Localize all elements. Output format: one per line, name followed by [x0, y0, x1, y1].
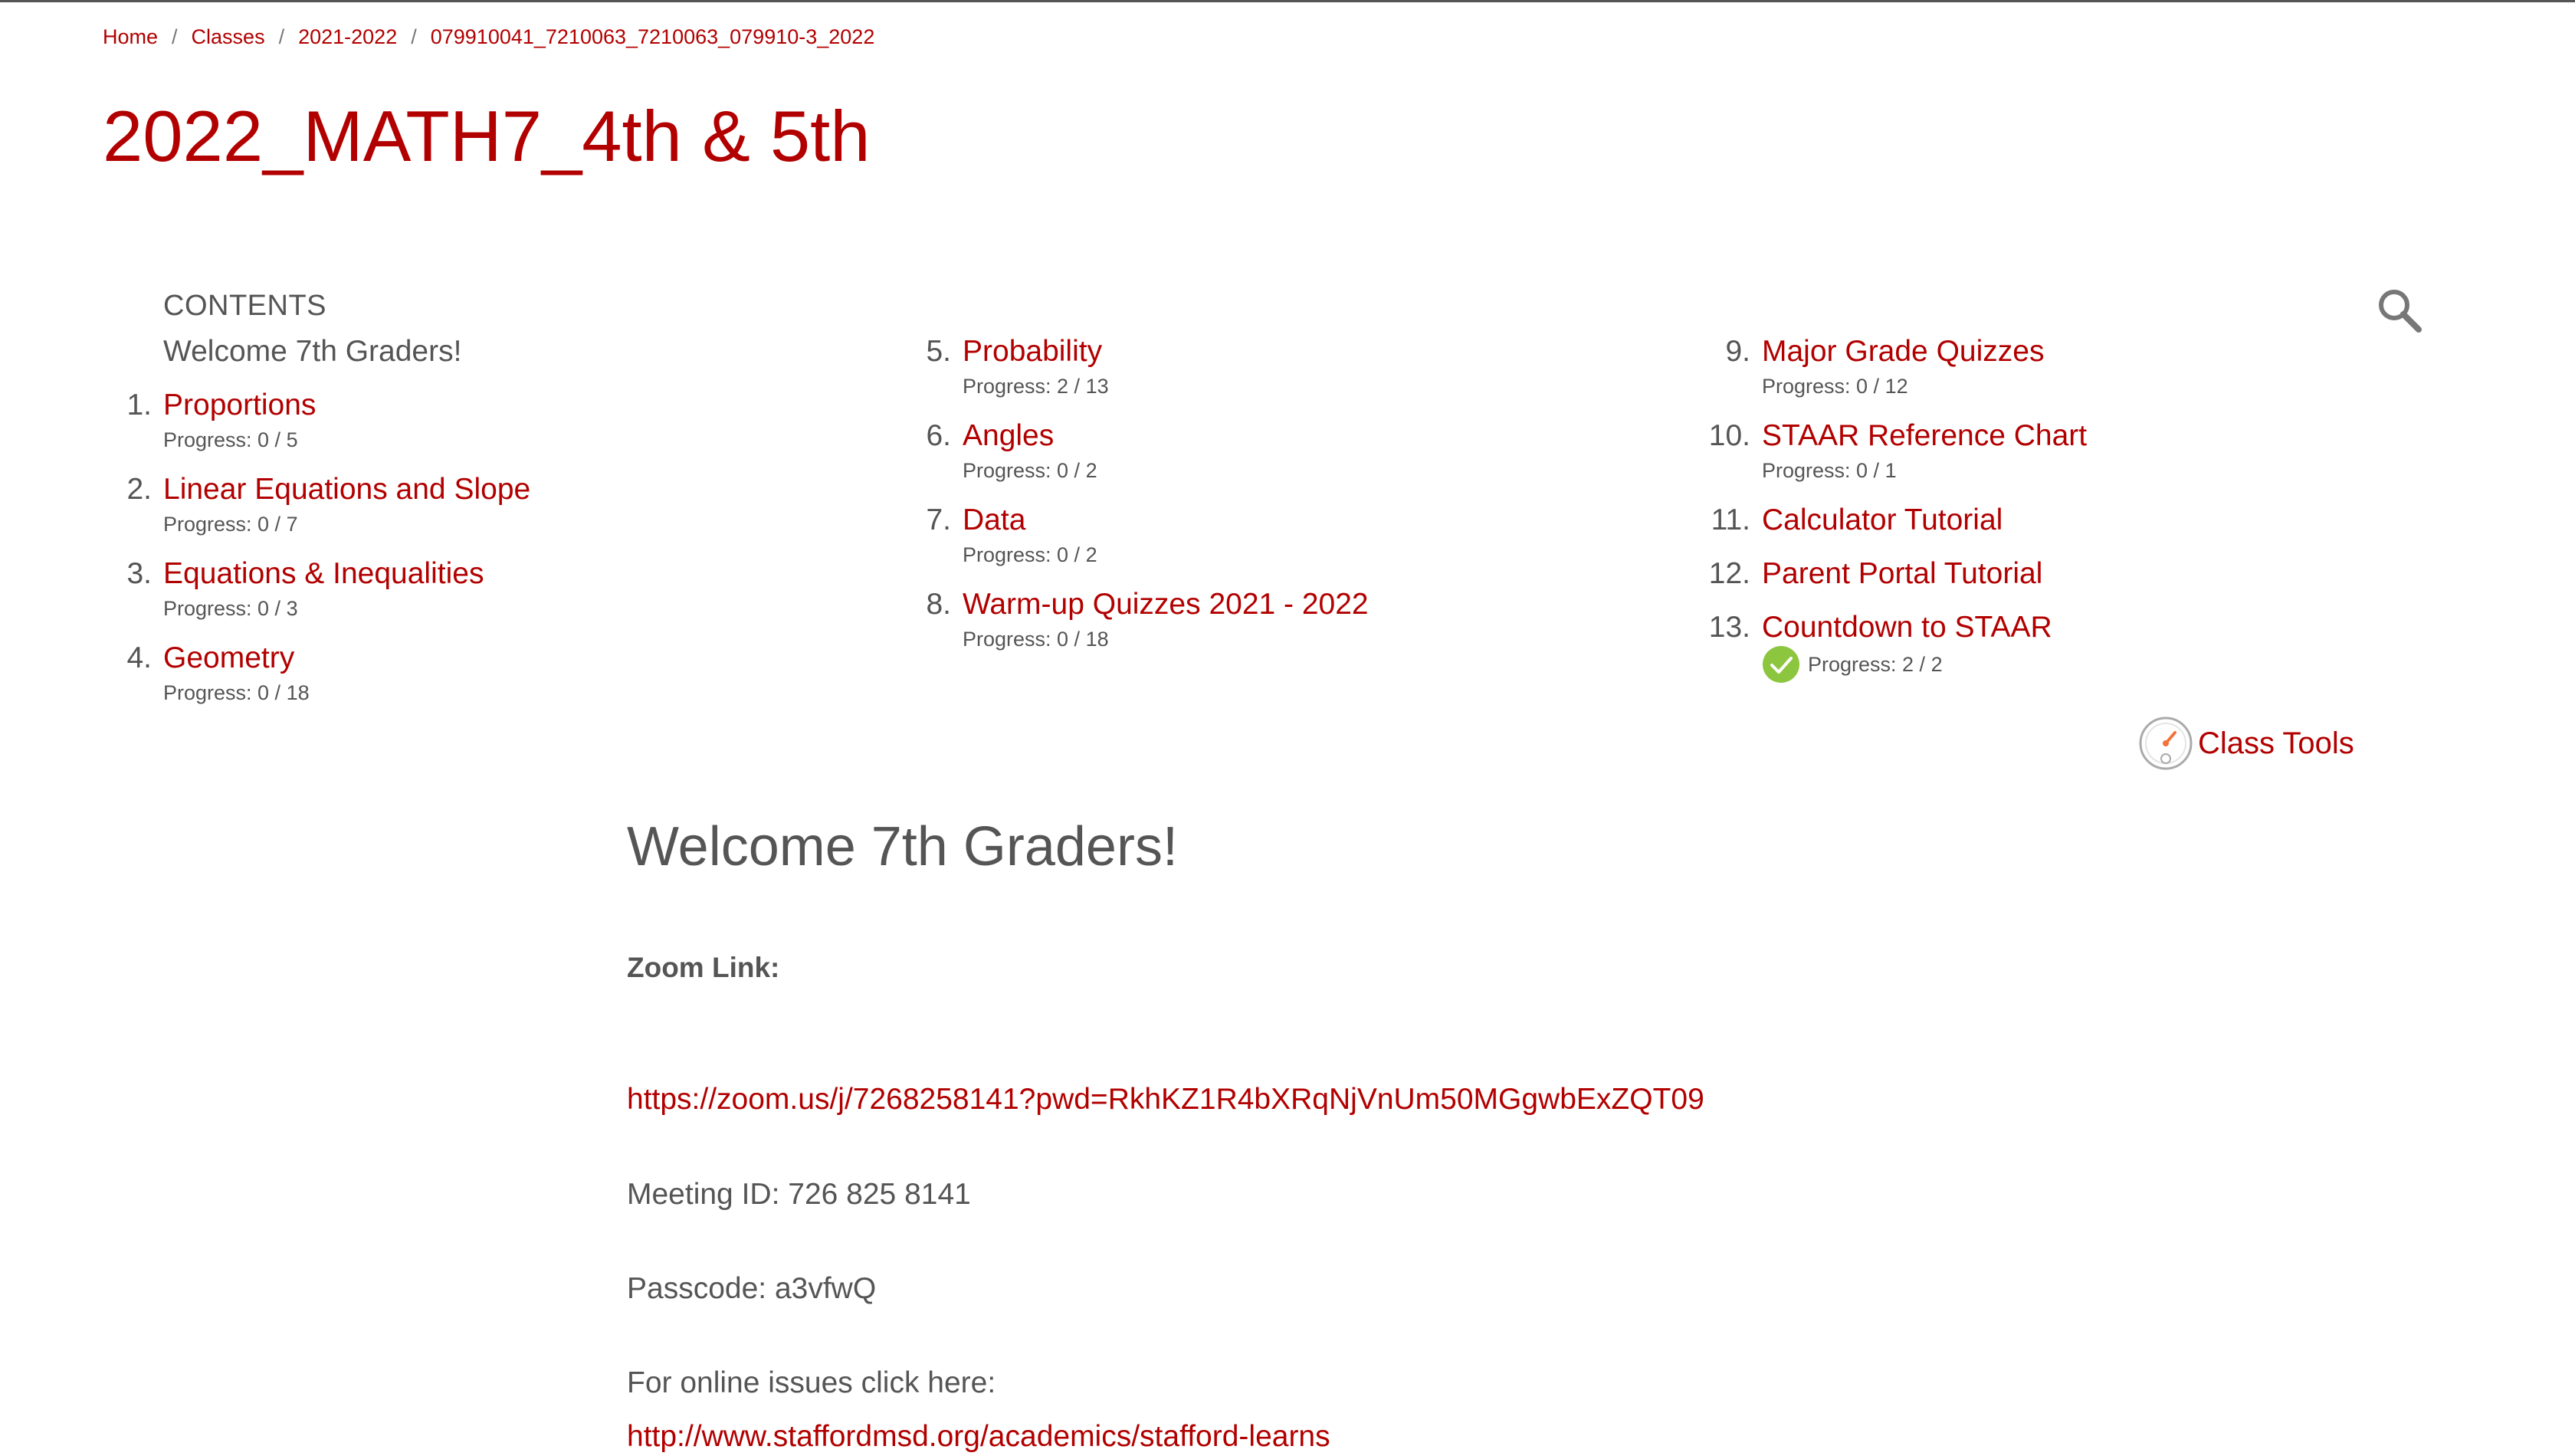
meeting-id: Meeting ID: 726 825 8141 [627, 1178, 971, 1211]
progress-text: Progress: 2 / 13 [963, 375, 1109, 398]
progress-text: Progress: 2 / 2 [1808, 653, 1943, 676]
online-issues-link[interactable]: http://www.staffordmsd.org/academics/sta… [627, 1418, 1330, 1456]
item-number: 5. [926, 335, 951, 368]
item-number: 10. [1708, 419, 1750, 452]
gauge-icon [2138, 716, 2193, 771]
breadcrumb: Home / Classes / 2021-2022 / 079910041_7210063… [103, 23, 874, 51]
online-issues-text: For online issues click here: [627, 1366, 996, 1399]
progress-text: Progress: 0 / 7 [163, 513, 298, 536]
section-heading: Welcome 7th Graders! [627, 816, 1178, 877]
contents-item: 13. Countdown to STAAR Progress: 2 / 2 [1701, 605, 2468, 690]
breadcrumb-separator: / [411, 25, 417, 48]
checkmark-icon [1762, 645, 1800, 684]
contents-link-major-grade-quizzes[interactable]: Major Grade Quizzes [1762, 330, 2044, 374]
progress-text: Progress: 0 / 2 [963, 459, 1097, 482]
contents-item: 12. Parent Portal Tutorial [1701, 552, 2468, 598]
top-border [0, 0, 2575, 2]
contents-item: 2. Linear Equations and Slope Progress: … [103, 467, 869, 552]
class-tools-button[interactable]: Class Tools [2138, 716, 2354, 771]
contents-link-linear-equations[interactable]: Linear Equations and Slope [163, 467, 530, 512]
item-number: 6. [926, 419, 951, 452]
contents-item: 9. Major Grade Quizzes Progress: 0 / 12 [1701, 330, 2468, 414]
item-number: 8. [926, 588, 951, 621]
breadcrumb-separator: / [172, 25, 178, 48]
contents-link-proportions[interactable]: Proportions [163, 383, 316, 428]
contents-heading: CONTENTS [163, 290, 326, 322]
progress-text: Progress: 0 / 18 [163, 681, 310, 704]
contents-link-equations-inequalities[interactable]: Equations & Inequalities [163, 552, 484, 596]
zoom-label: Zoom Link: [627, 952, 780, 983]
progress-text: Progress: 0 / 12 [1762, 375, 1908, 398]
contents-link-geometry[interactable]: Geometry [163, 636, 294, 680]
contents-item: 4. Geometry Progress: 0 / 18 [103, 636, 869, 720]
class-tools-label: Class Tools [2198, 726, 2354, 760]
progress-text: Progress: 0 / 1 [1762, 459, 1897, 482]
zoom-link[interactable]: https://zoom.us/j/7268258141?pwd=RkhKZ1R… [627, 1081, 1704, 1119]
contents-link-angles[interactable]: Angles [963, 414, 1054, 458]
contents-link-warm-up-quizzes[interactable]: Warm-up Quizzes 2021 - 2022 [963, 582, 1369, 627]
item-number: 1. [126, 389, 152, 421]
progress-text: Progress: 0 / 5 [163, 428, 298, 451]
search-icon[interactable] [2374, 285, 2425, 336]
contents-welcome-item[interactable]: Welcome 7th Graders! [163, 330, 461, 374]
contents-link-countdown-to-staar[interactable]: Countdown to STAAR [1762, 605, 2052, 650]
breadcrumb-class-code[interactable]: 079910041_7210063_7210063_079910-3_2022 [431, 25, 875, 48]
item-number: 11. [1711, 503, 1750, 536]
contents-item: 1. Proportions Progress: 0 / 5 [103, 383, 869, 467]
passcode: Passcode: a3vfwQ [627, 1272, 877, 1305]
item-number: 12. [1708, 557, 1750, 590]
contents-item: 7. Data Progress: 0 / 2 [902, 498, 1668, 582]
item-number: 4. [126, 641, 152, 674]
breadcrumb-home[interactable]: Home [103, 25, 158, 48]
item-number: 7. [926, 503, 951, 536]
progress-complete: Progress: 2 / 2 [1762, 645, 1943, 684]
contents-item: 5. Probability Progress: 2 / 13 [902, 330, 1668, 414]
contents-link-staar-reference-chart[interactable]: STAAR Reference Chart [1762, 414, 2087, 458]
contents-item: 3. Equations & Inequalities Progress: 0 … [103, 552, 869, 636]
contents-link-probability[interactable]: Probability [963, 330, 1102, 374]
contents-link-parent-portal-tutorial[interactable]: Parent Portal Tutorial [1762, 552, 2042, 596]
progress-text: Progress: 0 / 3 [163, 597, 298, 620]
breadcrumb-year[interactable]: 2021-2022 [298, 25, 397, 48]
contents-item: 8. Warm-up Quizzes 2021 - 2022 Progress:… [902, 582, 1668, 667]
item-number: 9. [1725, 335, 1750, 368]
contents-item: 11. Calculator Tutorial [1701, 498, 2468, 544]
item-number: 3. [126, 557, 152, 590]
contents-item: 10. STAAR Reference Chart Progress: 0 / … [1701, 414, 2468, 498]
progress-text: Progress: 0 / 18 [963, 628, 1109, 651]
contents-item: 6. Angles Progress: 0 / 2 [902, 414, 1668, 498]
item-number: 2. [126, 473, 152, 506]
contents-link-data[interactable]: Data [963, 498, 1025, 543]
item-number: 13. [1708, 611, 1750, 644]
contents-link-calculator-tutorial[interactable]: Calculator Tutorial [1762, 498, 2003, 543]
progress-text: Progress: 0 / 2 [963, 543, 1097, 566]
page-title: 2022_MATH7_4th & 5th [103, 96, 871, 176]
breadcrumb-classes[interactable]: Classes [192, 25, 265, 48]
breadcrumb-separator: / [278, 25, 285, 48]
